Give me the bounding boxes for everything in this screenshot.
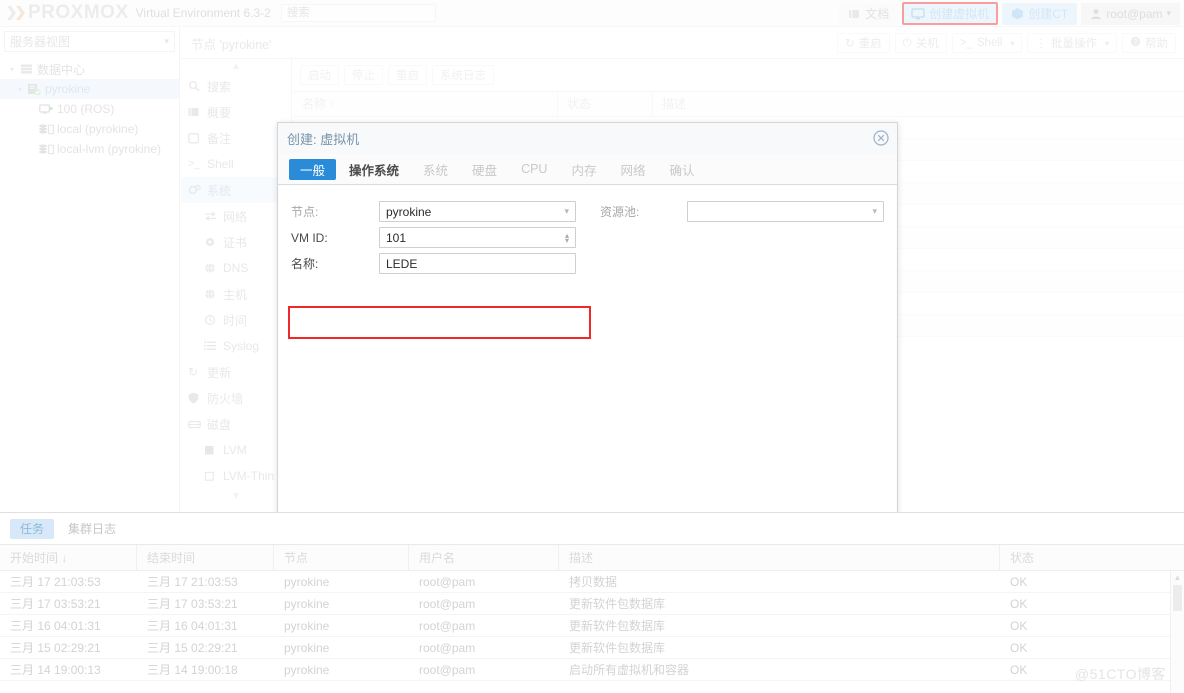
task-start-time: 三月 15 02:29:21: [10, 640, 101, 655]
table-row[interactable]: 三月 17 03:53:21 三月 17 03:53:21 pyrokine r…: [0, 593, 1184, 615]
task-start-time: 三月 16 04:01:31: [10, 618, 101, 633]
node-field-group: 节点: pyrokine ▾: [279, 201, 576, 222]
task-table-header: 开始时间 ↓ 结束时间 节点 用户名 描述 状态: [0, 544, 1184, 571]
task-node: pyrokine: [284, 640, 330, 655]
chevron-down-icon: ▾: [564, 206, 569, 216]
column-header-status[interactable]: 状态: [1000, 545, 1168, 571]
watermark: @51CTO博客: [1074, 666, 1166, 682]
task-user: root@pam: [419, 640, 476, 655]
task-end-time: 三月 15 02:29:21: [147, 640, 238, 655]
column-header-user[interactable]: 用户名: [409, 544, 559, 571]
table-row[interactable]: 三月 15 02:29:21 三月 15 02:29:21 pyrokine r…: [0, 637, 1184, 659]
pool-field-group: 资源池: ▾: [592, 201, 884, 222]
dialog-header: 创建: 虚拟机: [278, 123, 897, 154]
tab-harddisk[interactable]: 硬盘: [461, 159, 508, 180]
pool-label: 资源池:: [600, 205, 640, 219]
vm-name-input[interactable]: LEDE: [379, 253, 576, 274]
task-end-time: 三月 14 19:00:18: [147, 662, 238, 677]
task-description: 更新软件包数据库: [569, 640, 666, 655]
close-circle-icon[interactable]: [873, 130, 889, 146]
task-panel-tabs: 任务 集群日志: [0, 513, 1184, 545]
vmid-field-group: VM ID: 101 ▴ ▾: [279, 227, 576, 248]
tab-general[interactable]: 一般: [289, 158, 337, 180]
pool-select[interactable]: ▾: [687, 201, 884, 222]
tab-confirm[interactable]: 确认: [659, 159, 706, 180]
tab-system[interactable]: 系统: [412, 159, 459, 180]
task-user: root@pam: [419, 596, 476, 611]
table-row[interactable]: 三月 14 19:00:13 三月 14 19:00:18 pyrokine r…: [0, 659, 1184, 681]
form-row-vmid: VM ID: 101 ▴ ▾: [279, 225, 896, 250]
task-node: pyrokine: [284, 574, 330, 589]
task-description: 拷贝数据: [569, 574, 618, 589]
proxmox-app: PROXMOX Virtual Environment 6.3-2 搜索 文档 …: [0, 0, 1184, 693]
task-user: root@pam: [419, 662, 476, 677]
task-start-time: 三月 17 21:03:53: [10, 574, 101, 589]
tab-network[interactable]: 网络: [609, 159, 656, 180]
task-start-time: 三月 17 03:53:21: [10, 596, 101, 611]
column-header-start-time[interactable]: 开始时间 ↓: [0, 544, 137, 571]
dialog-title: 创建: 虚拟机: [287, 132, 360, 147]
node-select[interactable]: pyrokine ▾: [379, 201, 576, 222]
task-end-time: 三月 17 03:53:21: [147, 596, 238, 611]
name-label: 名称:: [291, 257, 319, 271]
task-user: root@pam: [419, 574, 476, 589]
column-header-end-time[interactable]: 结束时间: [137, 544, 274, 571]
task-node: pyrokine: [284, 618, 330, 633]
name-field-group: 名称: LEDE: [279, 253, 576, 274]
create-vm-dialog: 创建: 虚拟机 一般 操作系统 系统 硬盘 CPU 内存 网络 确认 节点: p: [277, 122, 898, 574]
table-row[interactable]: 三月 17 21:03:53 三月 17 21:03:53 pyrokine r…: [0, 571, 1184, 593]
vm-name-value: LEDE: [386, 256, 418, 271]
table-row[interactable]: 三月 16 04:01:31 三月 16 04:01:31 pyrokine r…: [0, 615, 1184, 637]
task-table-scrollbar[interactable]: ▲: [1170, 571, 1184, 693]
task-description: 更新软件包数据库: [569, 618, 666, 633]
task-node: pyrokine: [284, 596, 330, 611]
task-description: 启动所有虚拟机和容器: [569, 662, 690, 677]
task-end-time: 三月 17 21:03:53: [147, 574, 238, 589]
scroll-up-icon[interactable]: ▲: [1171, 571, 1184, 584]
vmid-value: 101: [386, 230, 407, 245]
form-row-node: 节点: pyrokine ▾ 资源池: ▾: [279, 199, 896, 224]
spinner-icon[interactable]: ▴ ▾: [565, 231, 569, 244]
task-table-body: 三月 17 21:03:53 三月 17 21:03:53 pyrokine r…: [0, 571, 1184, 693]
tab-os[interactable]: 操作系统: [338, 159, 410, 180]
vmid-input[interactable]: 101 ▴ ▾: [379, 227, 576, 248]
name-field-highlight: [288, 306, 591, 339]
task-panel: 任务 集群日志 开始时间 ↓ 结束时间 节点 用户名 描述 状态 三月 17 2…: [0, 512, 1184, 693]
general-form: 节点: pyrokine ▾ 资源池: ▾ VM ID: 101 ▴ ▾ 名称:…: [279, 186, 896, 276]
form-row-name: 名称: LEDE: [279, 251, 896, 276]
node-label: 节点:: [291, 205, 319, 219]
task-node: pyrokine: [284, 662, 330, 677]
column-header-description[interactable]: 描述: [559, 544, 1000, 571]
column-header-node[interactable]: 节点: [274, 544, 409, 571]
task-status: OK: [1010, 640, 1028, 655]
task-status: OK: [1010, 596, 1028, 611]
scrollbar-thumb[interactable]: [1173, 585, 1182, 611]
dialog-body: 节点: pyrokine ▾ 资源池: ▾ VM ID: 101 ▴ ▾ 名称:…: [279, 186, 896, 528]
vmid-label: VM ID:: [291, 230, 328, 245]
tab-cpu[interactable]: CPU: [510, 159, 558, 180]
task-end-time: 三月 16 04:01:31: [147, 618, 238, 633]
tab-memory[interactable]: 内存: [560, 159, 607, 180]
task-start-time: 三月 14 19:00:13: [10, 662, 101, 677]
task-status: OK: [1010, 574, 1028, 589]
task-description: 更新软件包数据库: [569, 596, 666, 611]
task-status: OK: [1010, 618, 1028, 633]
tab-cluster-log[interactable]: 集群日志: [58, 519, 126, 539]
node-value: pyrokine: [386, 204, 432, 219]
task-user: root@pam: [419, 618, 476, 633]
dialog-tabs: 一般 操作系统 系统 硬盘 CPU 内存 网络 确认: [278, 154, 897, 185]
table-row[interactable]: [0, 681, 1184, 693]
chevron-down-icon: ▾: [872, 206, 877, 216]
tab-tasks[interactable]: 任务: [10, 518, 55, 539]
